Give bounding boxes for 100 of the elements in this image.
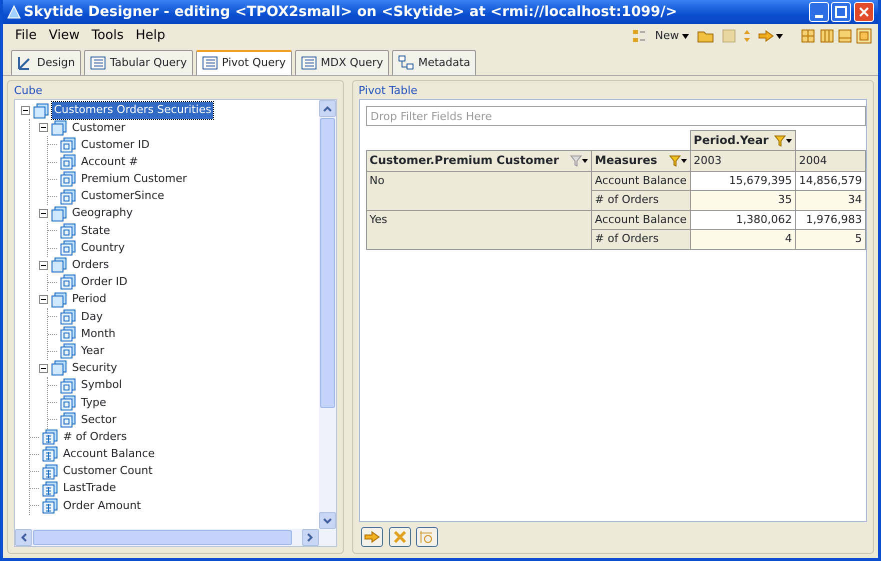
tree-item[interactable]: Order ID bbox=[79, 274, 130, 291]
table-cell: 4 bbox=[690, 230, 796, 249]
collapse-icon[interactable] bbox=[39, 295, 48, 304]
tree-item[interactable]: CustomerSince bbox=[79, 188, 166, 205]
collapse-icon[interactable] bbox=[39, 123, 48, 132]
panel-title: Pivot Table bbox=[358, 82, 418, 98]
tree-item[interactable]: Type bbox=[79, 394, 108, 412]
level-icon bbox=[60, 308, 76, 325]
tree-item[interactable]: Day bbox=[79, 308, 105, 326]
scroll-thumb[interactable] bbox=[33, 530, 292, 545]
tree-item[interactable]: Account # bbox=[79, 154, 140, 170]
refresh-button[interactable] bbox=[416, 527, 438, 547]
tree-item[interactable]: Premium Customer bbox=[79, 171, 189, 188]
scroll-up-button[interactable] bbox=[318, 100, 336, 117]
vertical-scrollbar[interactable] bbox=[318, 100, 336, 529]
caret-icon[interactable] bbox=[776, 34, 784, 38]
tree-item[interactable]: Country bbox=[79, 240, 127, 256]
menu-item[interactable]: Help bbox=[130, 26, 172, 46]
table-cell: 5 bbox=[796, 230, 866, 249]
measures-header[interactable]: Measures bbox=[591, 150, 690, 171]
tree-item[interactable]: State bbox=[79, 222, 112, 240]
cube-icon bbox=[51, 360, 67, 376]
minimize-button[interactable] bbox=[808, 2, 828, 22]
cube-icon bbox=[33, 102, 49, 119]
table-cell: 15,679,395 bbox=[690, 171, 796, 190]
new-button[interactable]: New bbox=[652, 28, 692, 44]
filter-icon[interactable] bbox=[668, 154, 687, 167]
tree-item[interactable]: Symbol bbox=[79, 377, 124, 394]
menu-item[interactable]: View bbox=[42, 26, 86, 46]
collapse-icon[interactable] bbox=[39, 364, 48, 373]
minimize-icon bbox=[814, 14, 822, 18]
scroll-left-button[interactable] bbox=[15, 529, 32, 546]
table-cell: 1,380,062 bbox=[690, 210, 796, 230]
run-button[interactable] bbox=[361, 527, 384, 547]
tab[interactable]: Design bbox=[11, 50, 81, 74]
cube-icon bbox=[51, 206, 67, 222]
window-title: Skytide Designer - editing <TPOX2small> on <Skytide> at <rmi://localhost:1099/> bbox=[24, 2, 678, 22]
measure-name: Account Balance bbox=[591, 210, 690, 230]
filter-drop-field[interactable]: Drop Filter Fields Here bbox=[366, 106, 866, 126]
tree-item[interactable]: Customer bbox=[70, 120, 128, 136]
cube-icon bbox=[51, 292, 67, 308]
layout-icon[interactable] bbox=[856, 28, 872, 44]
tree-item[interactable]: Customer Count bbox=[61, 463, 155, 480]
horizontal-scrollbar[interactable] bbox=[15, 529, 336, 546]
tree-item[interactable]: Customer ID bbox=[79, 136, 152, 154]
level-icon bbox=[60, 274, 76, 290]
chevron-down-icon bbox=[322, 518, 332, 524]
menu-item[interactable]: Tools bbox=[86, 26, 130, 46]
measure-name: # of Orders bbox=[591, 230, 690, 249]
measure-icon bbox=[42, 498, 58, 514]
tab[interactable]: Metadata bbox=[392, 50, 476, 74]
tree-item[interactable]: Account Balance bbox=[61, 446, 157, 463]
close-button[interactable] bbox=[854, 2, 874, 22]
clear-button[interactable] bbox=[388, 527, 411, 547]
table-cell: 1,976,983 bbox=[796, 210, 866, 230]
tree-item[interactable]: Orders bbox=[70, 257, 111, 274]
tab[interactable]: Tabular Query bbox=[84, 50, 193, 74]
tree-item[interactable]: Order Amount bbox=[61, 498, 143, 514]
level-icon bbox=[60, 326, 76, 342]
tree-item[interactable]: Month bbox=[79, 326, 118, 342]
level-icon bbox=[60, 378, 76, 394]
tab[interactable]: MDX Query bbox=[294, 50, 390, 74]
scroll-right-button[interactable] bbox=[302, 529, 318, 546]
maximize-icon bbox=[834, 5, 848, 19]
column-header: 2003 bbox=[690, 150, 796, 171]
filter-icon[interactable] bbox=[570, 154, 588, 167]
tree-item[interactable]: LastTrade bbox=[61, 480, 118, 497]
layout-icon[interactable] bbox=[818, 28, 834, 44]
table-cell: 14,856,579 bbox=[796, 171, 866, 190]
chevron-left-icon bbox=[20, 533, 26, 542]
collapse-icon[interactable] bbox=[39, 260, 48, 270]
close-icon bbox=[857, 5, 871, 19]
tree-item[interactable]: Security bbox=[70, 360, 120, 377]
level-icon bbox=[60, 394, 76, 411]
collapse-icon[interactable] bbox=[39, 209, 48, 218]
layout-icon[interactable] bbox=[630, 28, 647, 44]
row-field-header[interactable]: Customer.Premium Customer bbox=[366, 150, 592, 171]
tree-item[interactable]: Year bbox=[79, 342, 106, 360]
filter-icon[interactable] bbox=[774, 134, 792, 147]
tab[interactable]: Pivot Query bbox=[196, 50, 292, 74]
tree-item[interactable]: Sector bbox=[79, 412, 118, 428]
layout-icon[interactable] bbox=[837, 28, 854, 44]
level-icon bbox=[60, 222, 76, 239]
level-icon bbox=[60, 240, 76, 256]
level-icon bbox=[60, 136, 76, 153]
measure-icon bbox=[42, 464, 58, 480]
collapse-icon[interactable] bbox=[21, 106, 30, 116]
tree-item[interactable]: # of Orders bbox=[61, 428, 129, 446]
chevron-up-icon bbox=[322, 106, 332, 112]
tree-item[interactable]: Geography bbox=[70, 205, 135, 222]
menu-item[interactable]: File bbox=[9, 26, 43, 46]
hierarchy-icon bbox=[398, 54, 414, 71]
level-icon bbox=[60, 171, 76, 188]
layout-icon[interactable] bbox=[800, 28, 816, 44]
column-field-header[interactable]: Period.Year bbox=[690, 130, 796, 151]
tree-item[interactable]: Customers Orders Securities bbox=[52, 102, 214, 119]
tree-item[interactable]: Period bbox=[70, 291, 108, 308]
scroll-thumb[interactable] bbox=[320, 118, 334, 408]
maximize-button[interactable] bbox=[831, 2, 852, 22]
scroll-down-button[interactable] bbox=[318, 512, 336, 529]
